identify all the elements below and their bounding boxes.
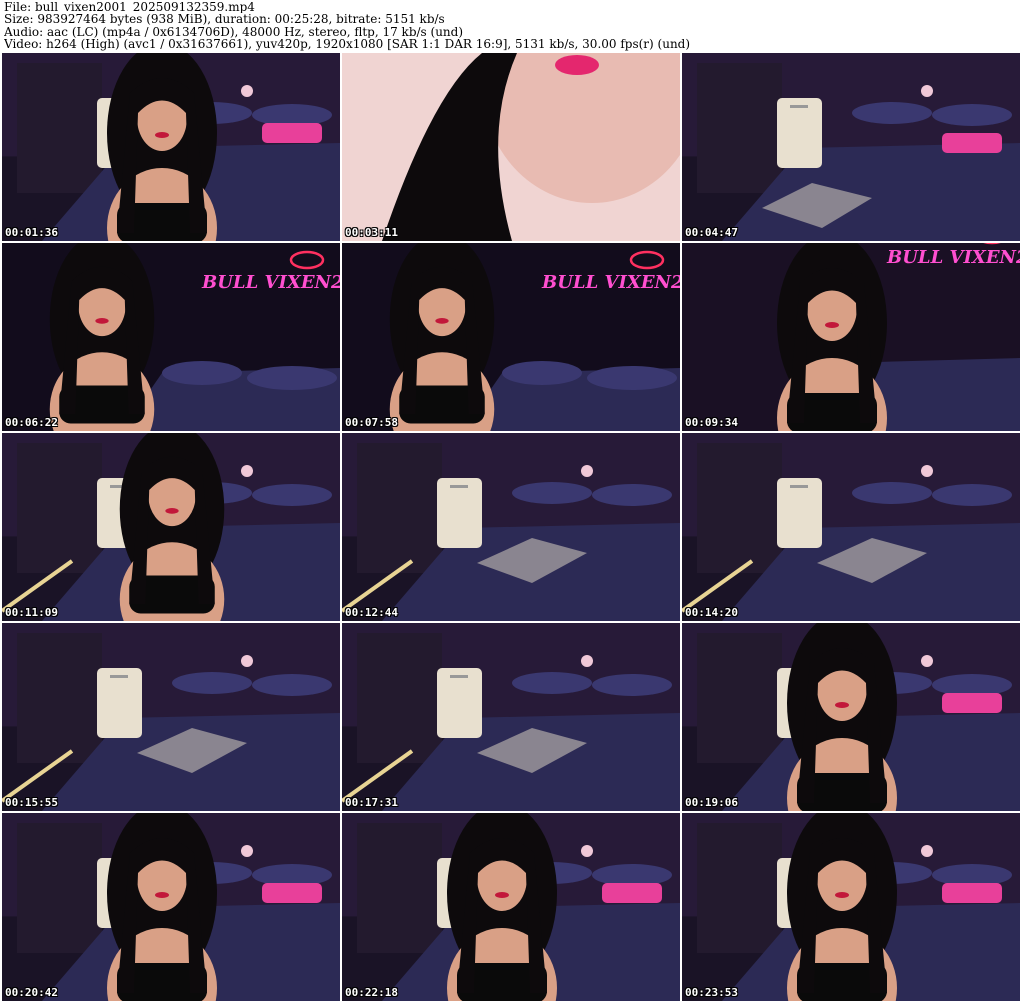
video-thumbnail: 00:20:42	[2, 813, 340, 1001]
thumbnail-frame-image	[682, 623, 1020, 811]
neon-sign: BULL VIXEN2001	[886, 247, 1020, 268]
thumbnail-timestamp: 00:23:53	[685, 986, 738, 999]
video-thumbnail: BULL VIXEN2001 00:09:34	[682, 243, 1020, 431]
video-thumbnail: BULL VIXEN2001 00:06:22	[2, 243, 340, 431]
video-thumbnail: 00:12:44	[342, 433, 680, 621]
thumbnail-timestamp: 00:07:58	[345, 416, 398, 429]
neon-sign: BULL VIXEN2001	[201, 272, 340, 293]
video-thumbnail: 00:03:11	[342, 53, 680, 241]
thumbnail-timestamp: 00:22:18	[345, 986, 398, 999]
thumbnail-frame-image	[2, 433, 340, 621]
thumbnail-timestamp: 00:03:11	[345, 226, 398, 239]
video-thumbnail: 00:22:18	[342, 813, 680, 1001]
thumbnail-timestamp: 00:06:22	[5, 416, 58, 429]
thumbnail-frame-image	[2, 53, 340, 241]
thumbnail-frame-image	[682, 53, 1020, 241]
video-thumbnail: 00:15:55	[2, 623, 340, 811]
video-thumbnail: BULL VIXEN2001 00:07:58	[342, 243, 680, 431]
thumbnail-timestamp: 00:17:31	[345, 796, 398, 809]
thumbnail-frame-image	[342, 433, 680, 621]
audio-line: Audio: aac (LC) (mp4a / 0x6134706D), 480…	[4, 25, 464, 39]
neon-sign: BULL VIXEN2001	[541, 272, 680, 293]
video-thumbnail: 00:19:06	[682, 623, 1020, 811]
thumbnail-frame-image	[342, 53, 680, 241]
file-info-header: File: bull_vixen2001_202509132359.mp4 Si…	[4, 1, 1020, 51]
thumbnail-timestamp: 00:20:42	[5, 986, 58, 999]
thumbnail-frame-image	[342, 813, 680, 1001]
thumbnail-frame-image	[682, 813, 1020, 1001]
thumbnail-frame-image	[682, 433, 1020, 621]
thumbnail-frame-image: BULL VIXEN2001	[682, 243, 1020, 431]
thumbnail-timestamp: 00:04:47	[685, 226, 738, 239]
thumbnail-timestamp: 00:12:44	[345, 606, 398, 619]
video-thumbnail: 00:11:09	[2, 433, 340, 621]
thumbnail-frame-image: BULL VIXEN2001	[342, 243, 680, 431]
thumbnail-frame-image	[2, 813, 340, 1001]
thumbnail-grid: 00:01:36 00:03:11 00:04:47 BULL VIXEN2001 00…	[2, 53, 1022, 1003]
thumbnail-frame-image: BULL VIXEN2001	[2, 243, 340, 431]
thumbnail-frame-image	[342, 623, 680, 811]
video-line: Video: h264 (High) (avc1 / 0x31637661), …	[4, 38, 691, 51]
thumbnail-timestamp: 00:15:55	[5, 796, 58, 809]
size-line: Size: 983927464 bytes (938 MiB), duratio…	[4, 13, 445, 26]
thumbnail-timestamp: 00:01:36	[5, 226, 58, 239]
video-thumbnail: 00:23:53	[682, 813, 1020, 1001]
video-thumbnail: 00:04:47	[682, 53, 1020, 241]
thumbnail-timestamp: 00:19:06	[685, 796, 738, 809]
thumbnail-timestamp: 00:09:34	[685, 416, 738, 429]
video-thumbnail: 00:01:36	[2, 53, 340, 241]
file-name-line: File: bull_vixen2001_202509132359.mp4	[4, 1, 255, 14]
thumbnail-frame-image	[2, 623, 340, 811]
video-thumbnail: 00:14:20	[682, 433, 1020, 621]
video-thumbnail: 00:17:31	[342, 623, 680, 811]
thumbnail-timestamp: 00:11:09	[5, 606, 58, 619]
thumbnail-timestamp: 00:14:20	[685, 606, 738, 619]
